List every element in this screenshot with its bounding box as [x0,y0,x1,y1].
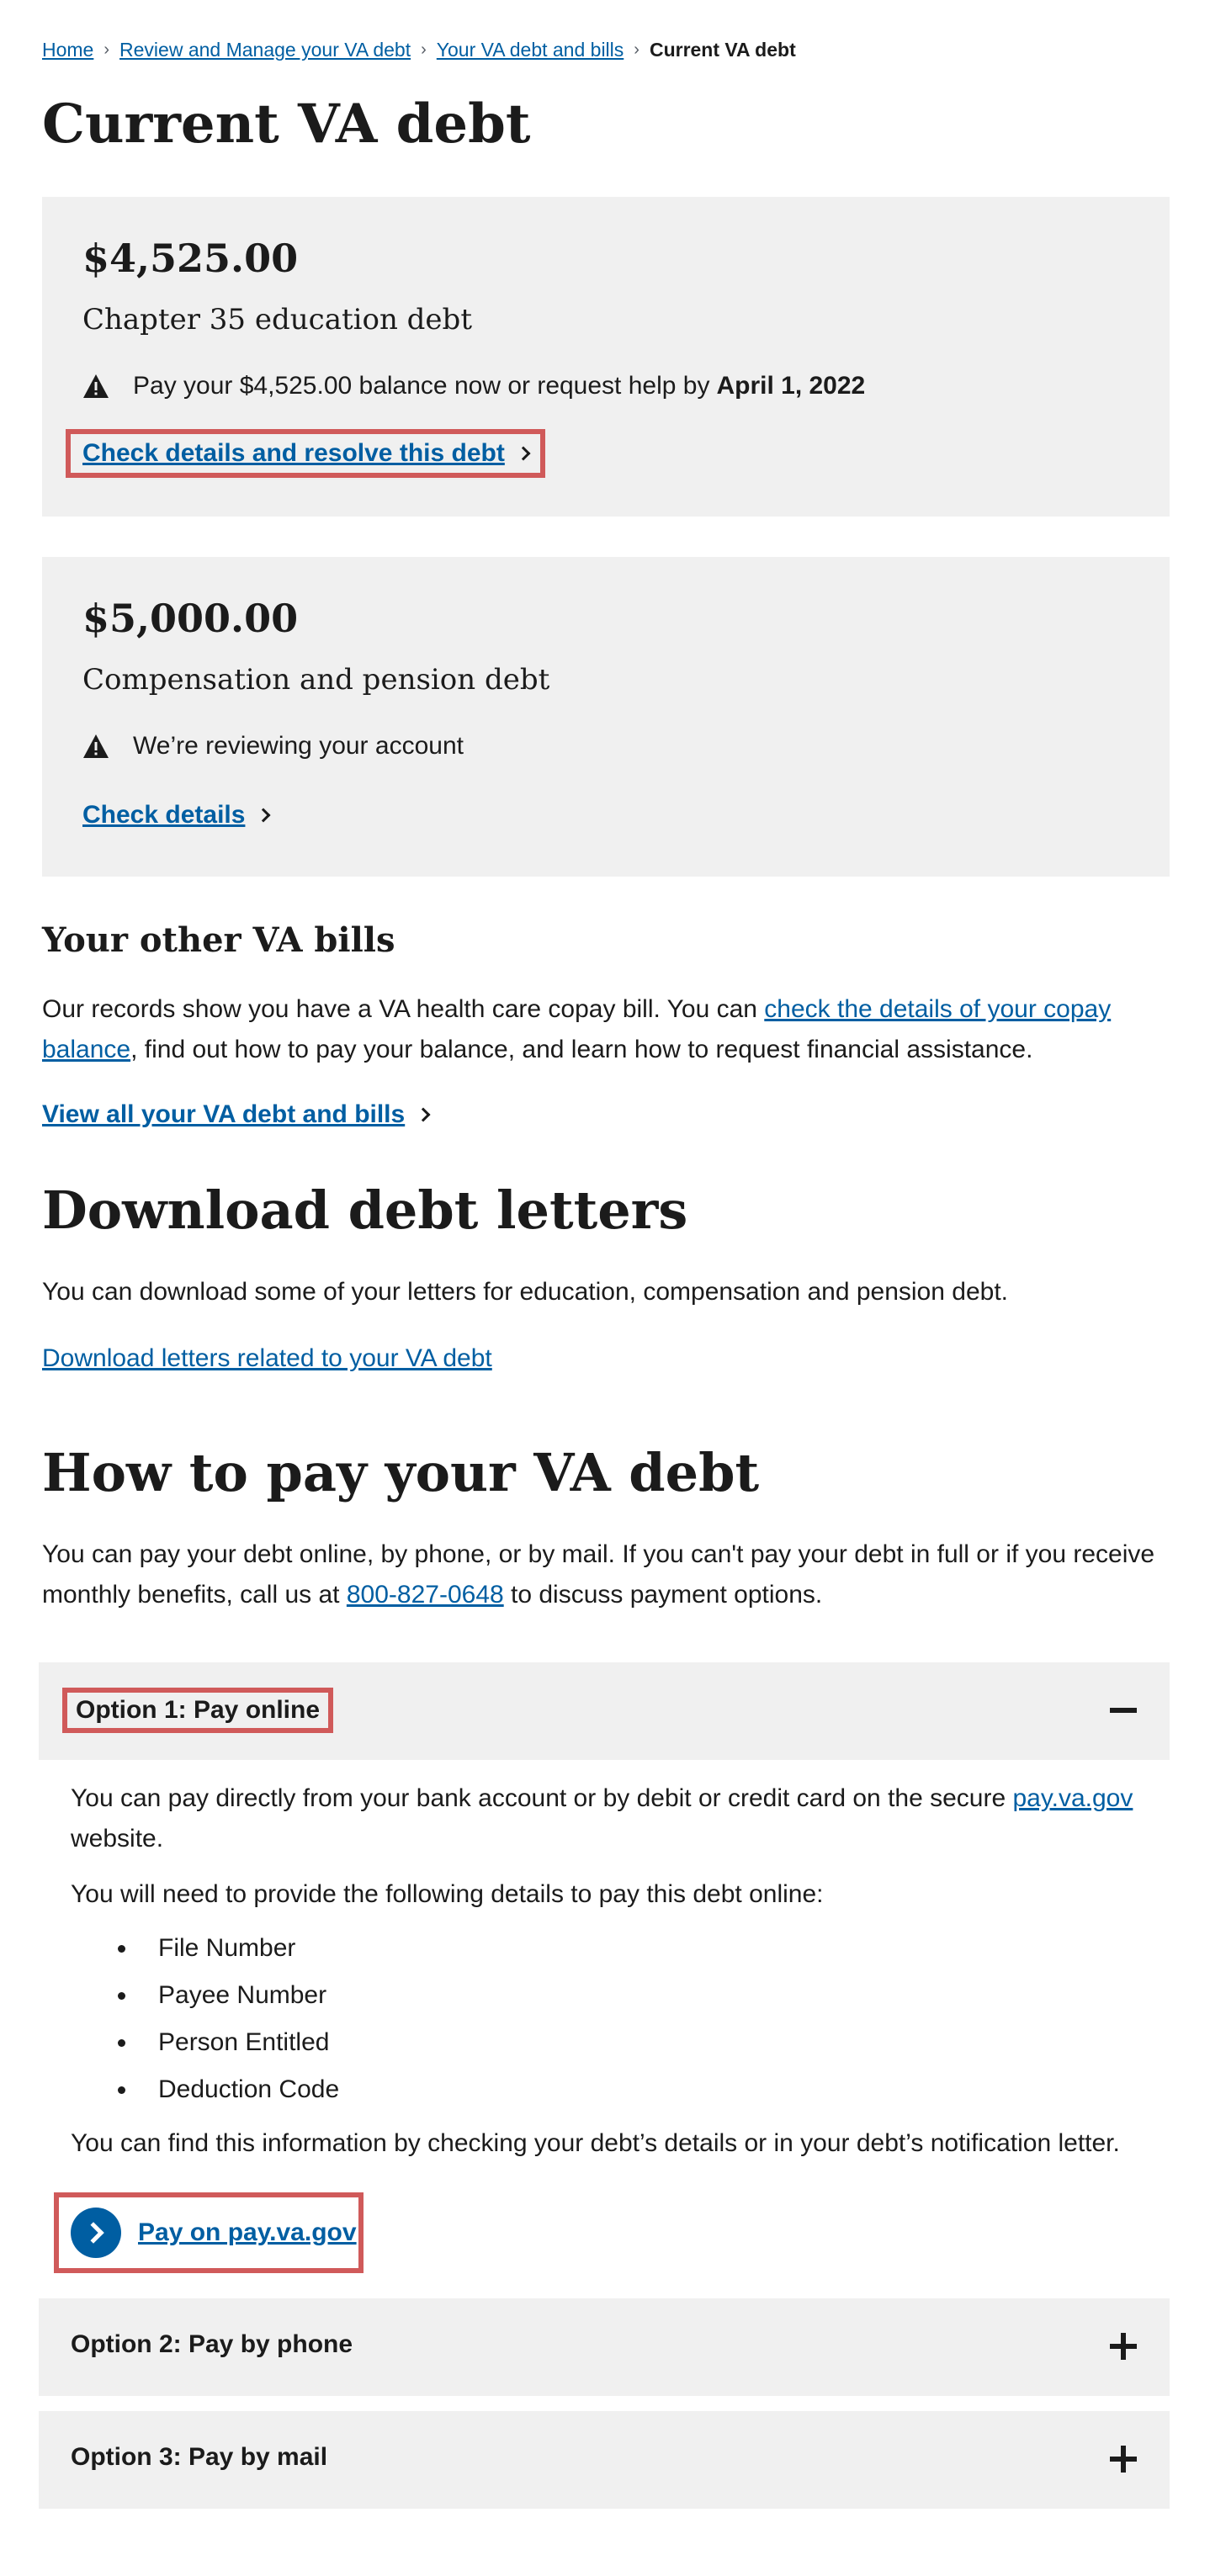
chevron-circle-right-icon [71,2208,121,2258]
pay-online-intro: You can pay directly from your bank acco… [71,1778,1156,1859]
chevron-right-icon [516,446,531,461]
debt-status-text: Pay your $4,525.00 balance now or reques… [133,372,710,400]
plus-icon[interactable] [1109,2445,1138,2473]
debt-amount: $4,525.00 [82,236,299,281]
accordion-title: Option 1: Pay online [62,1688,334,1733]
debt-status: Pay your $4,525.00 balance now or reques… [82,372,865,400]
warning-triangle-icon [83,734,109,758]
pay-on-pay-va-gov-label: Pay on pay.va.gov [138,2218,357,2246]
breadcrumb-home-link[interactable]: Home [42,39,93,61]
debt-card-education: $4,525.00 Chapter 35 education debt Pay … [42,197,1170,517]
pay-online-intro-before: You can pay directly from your bank acco… [71,1784,1013,1812]
debt-label: Chapter 35 education debt [82,303,472,337]
other-bills-text: Our records show you have a VA health ca… [42,989,1170,1070]
accordion-option-1-content: You can pay directly from your bank acco… [71,1778,1156,2164]
debt-amount: $5,000.00 [82,596,299,641]
download-letters-link[interactable]: Download letters related to your VA debt [42,1344,492,1373]
warning-triangle-icon [83,374,109,398]
view-all-debt-bills-label: View all your VA debt and bills [42,1100,406,1128]
minus-icon[interactable] [1109,1696,1138,1725]
phone-link[interactable]: 800-827-0648 [347,1581,504,1609]
pay-va-gov-link[interactable]: pay.va.gov [1013,1784,1133,1812]
download-letters-text: You can download some of your letters fo… [42,1278,1008,1306]
breadcrumb-debt-bills-link[interactable]: Your VA debt and bills [437,39,624,61]
pay-online-intro-after: website. [71,1825,164,1852]
list-item: Deduction Code [71,2066,1156,2113]
download-letters-heading: Download debt letters [42,1179,688,1241]
breadcrumb-separator: › [634,40,639,59]
details-list: File Number Payee Number Person Entitled… [71,1925,1156,2113]
list-item: Payee Number [71,1972,1156,2019]
chevron-right-icon [416,1107,431,1122]
plus-icon[interactable] [1109,2332,1138,2361]
check-details-resolve-label: Check details and resolve this debt [82,439,505,467]
how-to-pay-heading: How to pay your VA debt [42,1442,760,1503]
breadcrumb-separator: › [421,40,427,59]
how-to-pay-text-after: to discuss payment options. [503,1581,823,1609]
accordion-option-3[interactable]: Option 3: Pay by mail [39,2411,1170,2509]
debt-status-date: April 1, 2022 [716,372,866,400]
list-item: Person Entitled [71,2019,1156,2066]
chevron-right-icon [256,808,271,823]
debt-label: Compensation and pension debt [82,663,550,697]
other-bills-heading: Your other VA bills [42,920,395,960]
find-info-text: You can find this information by checkin… [71,2129,1120,2157]
breadcrumb-separator: › [103,40,110,59]
accordion-title: Option 2: Pay by phone [71,2330,353,2358]
list-item: File Number [71,1925,1156,1972]
view-all-debt-bills-link[interactable]: View all your VA debt and bills [42,1100,431,1129]
pay-on-pay-va-gov-button[interactable]: Pay on pay.va.gov [54,2192,364,2273]
other-bills-text-before: Our records show you have a VA health ca… [42,995,765,1023]
check-details-link[interactable]: Check details [82,801,271,830]
debt-status: We’re reviewing your account [82,732,464,761]
check-details-resolve-link[interactable]: Check details and resolve this debt [66,429,545,478]
accordion-title: Option 3: Pay by mail [71,2443,328,2471]
details-intro: You will need to provide the following d… [71,1880,824,1908]
accordion-option-2[interactable]: Option 2: Pay by phone [39,2298,1170,2396]
how-to-pay-text: You can pay your debt online, by phone, … [42,1534,1170,1615]
breadcrumb-current: Current VA debt [649,39,796,61]
debt-status-text: We’re reviewing your account [133,732,464,760]
check-details-label: Check details [82,801,246,829]
accordion-option-1[interactable]: Option 1: Pay online [39,1662,1170,1760]
debt-card-compensation: $5,000.00 Compensation and pension debt … [42,557,1170,877]
breadcrumb: Home › Review and Manage your VA debt › … [42,39,796,61]
breadcrumb-review-link[interactable]: Review and Manage your VA debt [119,39,411,61]
other-bills-text-after: , find out how to pay your balance, and … [130,1036,1033,1063]
page-title: Current VA debt [42,93,531,156]
